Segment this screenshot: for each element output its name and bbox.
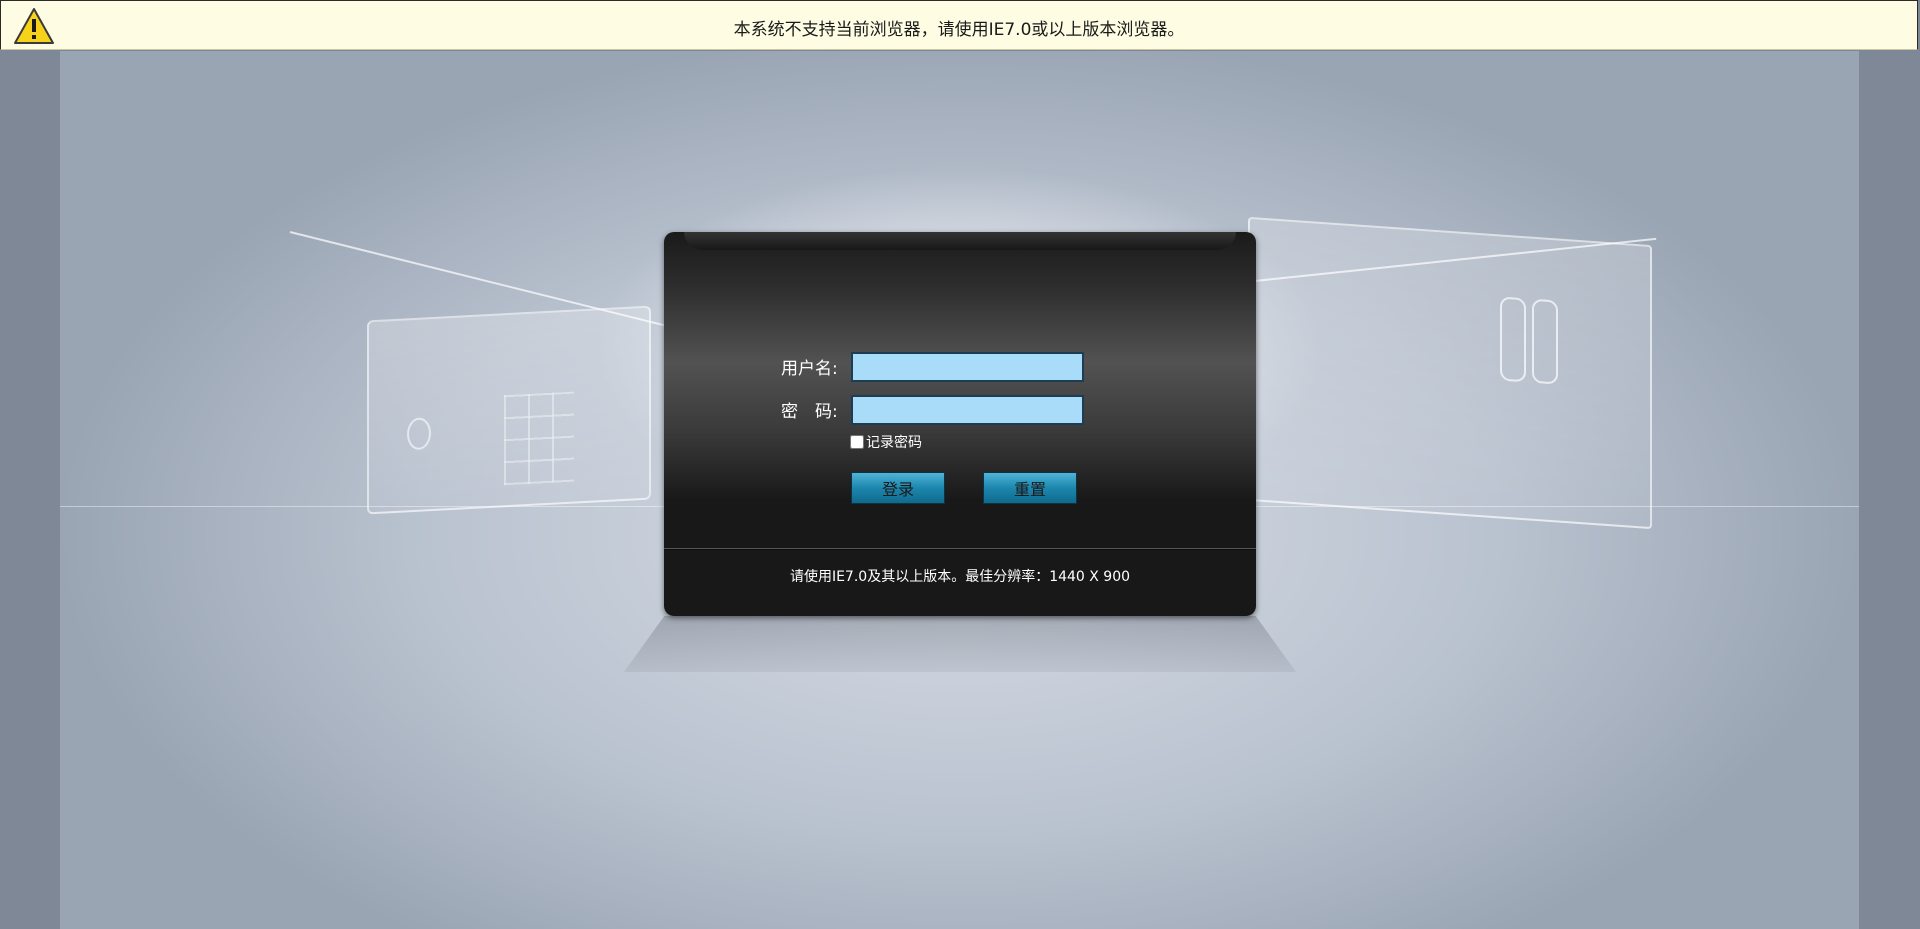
- browser-warning-bar: 本系统不支持当前浏览器，请使用IE7.0或以上版本浏览器。: [0, 0, 1918, 50]
- panel-gloss: [684, 232, 1236, 250]
- rack-knob: [407, 417, 431, 451]
- panel-divider: [664, 548, 1256, 549]
- rack-slot: [1500, 296, 1526, 383]
- warning-message: 本系统不支持当前浏览器，请使用IE7.0或以上版本浏览器。: [733, 20, 1185, 40]
- password-label: 密 码:: [781, 402, 838, 422]
- login-panel: 用户名: 密 码: 记录密码 登录 重置 请使用IE7.0及其以上版本。最佳分辨…: [664, 232, 1256, 616]
- remember-password-option[interactable]: 记录密码: [850, 432, 922, 452]
- remember-password-label: 记录密码: [866, 435, 922, 451]
- reset-button[interactable]: 重置: [983, 472, 1077, 504]
- rack-keypad: [504, 391, 574, 486]
- remember-password-checkbox[interactable]: [850, 435, 864, 449]
- browser-requirement-note: 请使用IE7.0及其以上版本。最佳分辨率：1440 X 900: [789, 569, 1131, 585]
- username-label: 用户名:: [781, 359, 838, 379]
- server-rack-illustration-left: [367, 305, 651, 515]
- login-button[interactable]: 登录: [851, 472, 945, 504]
- username-input[interactable]: [851, 352, 1084, 382]
- server-rack-illustration-right: [1248, 216, 1652, 530]
- background-right-margin: [1859, 51, 1920, 929]
- rack-slot: [1532, 298, 1558, 385]
- password-input[interactable]: [851, 395, 1084, 425]
- background-left-margin: [0, 51, 60, 929]
